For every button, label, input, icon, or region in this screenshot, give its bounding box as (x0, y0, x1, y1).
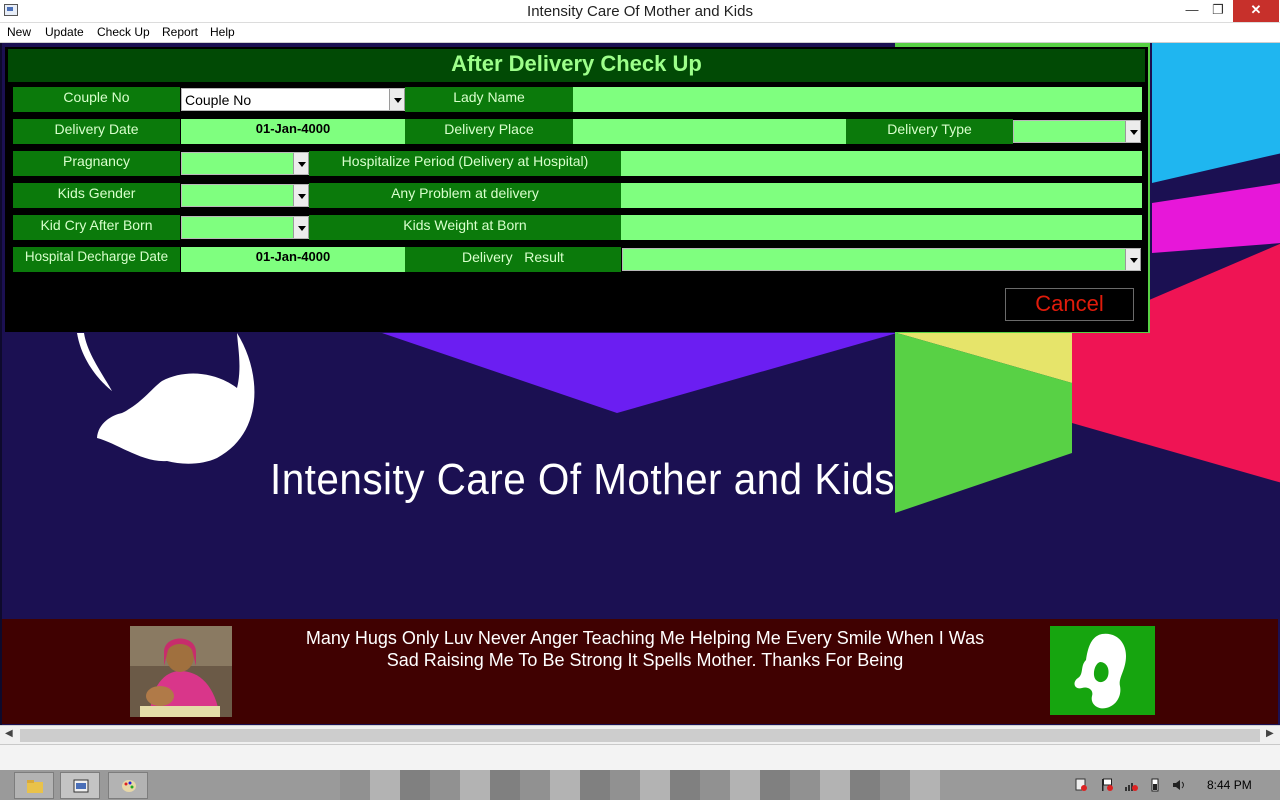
minimize-button[interactable]: — (1180, 0, 1204, 22)
chevron-down-icon[interactable] (1125, 249, 1141, 270)
delivery-type-combo[interactable] (1013, 120, 1141, 143)
window-title: Intensity Care Of Mother and Kids (527, 3, 753, 20)
status-bar (0, 744, 1280, 770)
quote-line-2: Sad Raising Me To Be Strong It Spells Mo… (386, 650, 904, 670)
cancel-button[interactable]: Cancel (1005, 288, 1134, 321)
menu-new[interactable]: New (7, 25, 31, 39)
kid-cry-combo[interactable] (181, 216, 309, 239)
menu-update[interactable]: Update (45, 25, 84, 39)
mother-photo (130, 626, 232, 717)
restore-button[interactable]: ❐ (1206, 0, 1230, 22)
delivery-type-label: Delivery Type (846, 119, 1013, 144)
hospitalize-period-label: Hospitalize Period (Delivery at Hospital… (309, 151, 621, 176)
pregnancy-label: Pragnancy (13, 151, 180, 176)
title-bar: Intensity Care Of Mother and Kids — ❐ ✕ (0, 0, 1280, 23)
network-icon[interactable] (1124, 778, 1138, 792)
any-problem-field[interactable] (621, 183, 1142, 208)
kids-gender-label: Kids Gender (13, 183, 180, 208)
palette-icon (122, 780, 136, 792)
scroll-right-icon[interactable]: ▶ (1266, 728, 1274, 739)
footer-strip: Many Hugs Only Luv Never Anger Teaching … (2, 619, 1278, 724)
quote-line-1: Many Hugs Only Luv Never Anger Teaching … (305, 628, 985, 648)
chevron-down-icon[interactable] (293, 185, 309, 206)
after-delivery-form: After Delivery Check Up Couple No Couple… (5, 47, 1148, 332)
flag-icon[interactable] (1100, 778, 1114, 792)
banner-title: Intensity Care Of Mother and Kids (270, 455, 895, 504)
chevron-down-icon[interactable] (293, 217, 309, 238)
delivery-result-combo[interactable] (622, 248, 1141, 271)
menu-check-up[interactable]: Check Up (97, 25, 150, 39)
delivery-result-label: Delivery Result (405, 247, 621, 272)
taskbar-app[interactable] (60, 772, 100, 799)
taskbar-clock[interactable]: 8:44 PM (1207, 778, 1252, 792)
menu-report[interactable]: Report (162, 25, 198, 39)
taskbar-paint[interactable] (108, 772, 148, 799)
delivery-place-label: Delivery Place (405, 119, 573, 144)
kids-weight-field[interactable] (621, 215, 1142, 240)
kids-weight-label: Kids Weight at Born (309, 215, 621, 240)
form-title: After Delivery Check Up (8, 49, 1145, 82)
scroll-thumb[interactable] (20, 729, 1260, 742)
taskbar-file-explorer[interactable] (14, 772, 54, 799)
couple-no-label: Couple No (13, 87, 180, 112)
volume-icon[interactable] (1172, 778, 1186, 792)
discharge-date-field[interactable]: 01-Jan-4000 (181, 247, 405, 272)
kids-gender-combo[interactable] (181, 184, 309, 207)
chevron-down-icon[interactable] (1125, 121, 1141, 142)
horizontal-scrollbar[interactable]: ◀ ▶ (0, 725, 1280, 744)
couple-no-combo[interactable]: Couple No (181, 88, 405, 111)
action-center-icon[interactable] (1074, 778, 1088, 792)
menu-help[interactable]: Help (210, 25, 235, 39)
wallpaper-strip (340, 770, 940, 800)
delivery-date-label: Delivery Date (13, 119, 180, 144)
mother-quote: Many Hugs Only Luv Never Anger Teaching … (278, 627, 1012, 671)
app-window-icon (73, 779, 89, 793)
lady-name-label: Lady Name (405, 87, 573, 112)
scroll-left-icon[interactable]: ◀ (5, 728, 13, 739)
pregnancy-combo[interactable] (181, 152, 309, 175)
menu-bar: New Update Check Up Report Help (0, 23, 1280, 43)
couple-no-value: Couple No (185, 92, 252, 108)
chevron-down-icon[interactable] (389, 89, 405, 110)
close-button[interactable]: ✕ (1233, 0, 1279, 22)
lady-name-field[interactable] (573, 87, 1142, 112)
delivery-place-field[interactable] (573, 119, 846, 144)
any-problem-label: Any Problem at delivery (309, 183, 621, 208)
delivery-date-field[interactable]: 01-Jan-4000 (181, 119, 405, 144)
discharge-date-label: Hospital Decharge Date (13, 247, 180, 272)
taskbar: 8:44 PM (0, 770, 1280, 800)
mother-child-logo (1050, 626, 1155, 715)
folder-icon (27, 780, 43, 793)
chevron-down-icon[interactable] (293, 153, 309, 174)
hospitalize-period-field[interactable] (621, 151, 1142, 176)
power-icon[interactable] (1148, 778, 1162, 792)
kid-cry-label: Kid Cry After Born (13, 215, 180, 240)
